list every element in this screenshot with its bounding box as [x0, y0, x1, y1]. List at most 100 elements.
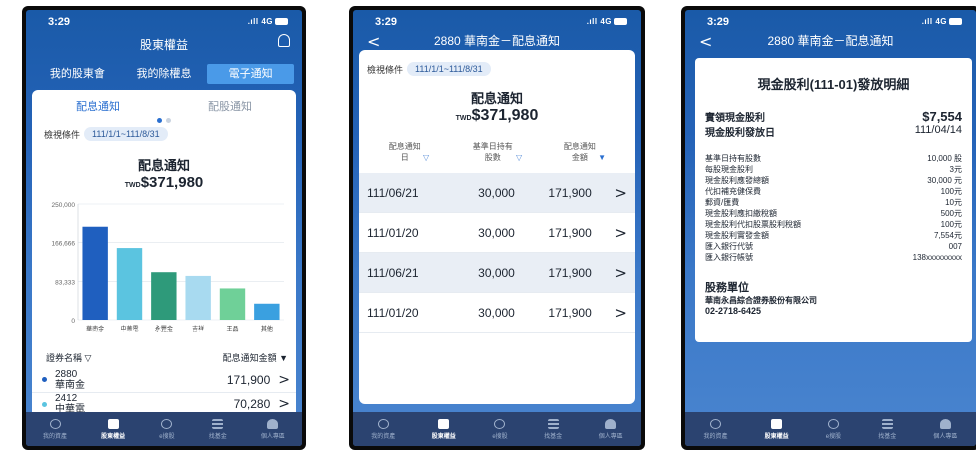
currency-label: TWD — [124, 182, 141, 189]
detail-row: 現金股利應扣繳稅額 500元 — [705, 209, 962, 218]
chevron-right-icon: > — [614, 263, 627, 282]
help-question-icon: ? — [34, 326, 48, 341]
notification-bell-icon[interactable] — [278, 34, 290, 47]
service-agent: 股務單位 華南永昌綜合證券股份有限公司 02-2718-6425 — [705, 279, 962, 316]
y-tick-label: 83,333 — [55, 279, 75, 286]
column-header-date[interactable]: 配息通知日 ▽ — [365, 141, 453, 163]
tab-funds[interactable]: 找基金 — [544, 418, 562, 440]
filter-label: 檢視條件 — [367, 64, 404, 75]
subtab-dividend-notice[interactable]: 配息通知 — [76, 98, 120, 114]
battery-icon — [949, 18, 962, 26]
service-phone[interactable]: 02-2718-6425 — [705, 306, 962, 316]
column-header-shares[interactable]: 基準日持有股數 ▽ — [453, 141, 541, 163]
segment-shareholder-meeting[interactable]: 我的股東會 — [34, 64, 121, 84]
detail-row: 現金股利代扣股票股利稅額 100元 — [705, 220, 962, 229]
table-row[interactable]: 111/06/21 30,000 171,900 > — [359, 173, 635, 213]
status-bar: 3:29 .ıll 4G — [685, 16, 976, 30]
detail-row: 郵資/匯費 10元 — [705, 198, 962, 207]
date-range-pill[interactable]: 111/1/1~111/8/31 — [84, 127, 168, 141]
book-icon — [107, 418, 119, 429]
help-link[interactable]: 為什麼未完整呈現我的配息配股資料？ — [51, 326, 221, 341]
table-row[interactable]: 111/06/21 30,000 171,900 > — [359, 253, 635, 293]
battery-icon — [275, 18, 288, 26]
person-icon — [267, 418, 279, 429]
tab-personal[interactable]: 個人專區 — [599, 418, 623, 440]
bottom-tab-bar: 我的資產 股東權益 e搜股 找基金 個人專區 — [353, 412, 641, 446]
search-icon — [494, 418, 506, 429]
bar-1 — [82, 226, 108, 320]
assets-icon — [49, 418, 61, 429]
tab-personal[interactable]: 個人專區 — [261, 418, 285, 440]
detail-row: 現金股利應發總額 30,000 元 — [705, 176, 962, 185]
tab-stock-search[interactable]: e搜股 — [492, 418, 508, 440]
tab-assets[interactable]: 我的資產 — [371, 418, 395, 440]
y-tick-label: 166,666 — [52, 241, 76, 248]
status-bar: 3:29 .ıll 4G — [26, 16, 302, 30]
tab-funds[interactable]: 找基金 — [878, 418, 896, 440]
series-dot — [42, 377, 47, 382]
page-dot-active — [157, 118, 162, 123]
tab-assets[interactable]: 我的資產 — [43, 418, 67, 440]
table-row[interactable]: 111/01/20 30,000 171,900 > — [359, 213, 635, 253]
tab-shareholder[interactable]: 股東權益 — [101, 418, 125, 440]
bottom-tab-bar: 我的資產 股東權益 e搜股 找基金 個人專區 — [26, 412, 302, 446]
tab-stock-search[interactable]: e搜股 — [159, 418, 175, 440]
table-row[interactable]: 111/01/20 30,000 171,900 > — [359, 293, 635, 333]
stock-list: 證券名稱 ▽ 配息通知金額 ▼ 2880 華南金 171,900 > 2412 … — [32, 346, 296, 412]
list-header-name[interactable]: 證券名稱 ▽ — [46, 351, 91, 364]
chevron-right-icon: > — [278, 371, 290, 388]
stock-name: 中華電 — [55, 404, 85, 412]
list-icon — [547, 418, 559, 429]
chevron-right-icon: > — [614, 223, 627, 242]
summary-title: 配息通知 — [470, 91, 523, 106]
filter-label: 檢視條件 — [44, 129, 81, 140]
y-tick-label: 250,000 — [52, 202, 76, 209]
stock-code: 2880 — [55, 368, 78, 380]
detail-row: 匯入銀行帳號 138xxxxxxxxx — [705, 253, 962, 262]
list-header-amount[interactable]: 配息通知金額 ▼ — [223, 351, 288, 364]
summary-total: $371,980 — [140, 174, 204, 191]
segment-e-notice[interactable]: 電子通知 — [207, 64, 295, 84]
list-item[interactable]: 2880 華南金 171,900 > — [32, 367, 296, 393]
tab-funds[interactable]: 找基金 — [209, 418, 227, 440]
page-title: 股東權益 — [139, 38, 188, 52]
status-bar: 3:29 .ıll 4G — [353, 16, 641, 30]
book-icon — [771, 418, 783, 429]
list-item[interactable]: 2412 中華電 70,280 > — [32, 393, 296, 412]
phone-screen-dividends-overview: 3:29 .ıll 4G 股東權益 我的股東會 我的除權息 電子通知 配息通知 … — [22, 6, 306, 450]
page-title: 2880 華南金－配息通知 — [433, 34, 561, 48]
summary-title: 配息通知 — [137, 158, 190, 173]
assets-icon — [377, 418, 389, 429]
column-header-amount[interactable]: 配息通知金額 ▼ — [541, 141, 629, 163]
bar-3 — [151, 272, 177, 320]
segment-control: 我的股東會 我的除權息 電子通知 — [34, 64, 295, 84]
currency-label: TWD — [455, 115, 472, 122]
tab-personal[interactable]: 個人專區 — [933, 418, 957, 440]
stock-code: 2412 — [55, 393, 78, 404]
stock-amount: 171,900 — [226, 372, 271, 387]
dividend-card: 配息通知 配股通知 檢視條件 111/1/1~111/8/31 配息通知 TWD… — [32, 90, 296, 360]
status-time: 3:29 — [707, 16, 730, 28]
tab-assets[interactable]: 我的資產 — [704, 418, 728, 440]
subtab-stock-notice[interactable]: 配股通知 — [208, 98, 252, 114]
chevron-right-icon: > — [278, 396, 290, 412]
phone-screen-dividend-detail: 3:29 .ıll 4G < 2880 華南金－配息通知 現金股利(111-01… — [681, 6, 976, 450]
summary-total: $371,980 — [471, 107, 539, 124]
summary-label: 實領現金股利 — [705, 113, 765, 124]
notice-card: 檢視條件 111/1/1~111/8/31 配息通知 TWD$371,980 配… — [359, 50, 635, 404]
date-range-pill[interactable]: 111/1/1~111/8/31 — [407, 62, 491, 76]
summary-label: 現金股利發放日 — [705, 128, 775, 139]
detail-row: 現金股利實發金額 7,554元 — [705, 231, 962, 240]
summary-value: 111/04/14 — [914, 124, 962, 136]
service-name: 華南永昌綜合證券股份有限公司 — [705, 296, 817, 305]
detail-list: 基準日持有股數 10,000 股 每股現金股利 3元 現金股利應發總額 30,000 … — [705, 153, 962, 263]
detail-heading: 現金股利(111-01)發放明細 — [757, 77, 910, 92]
tab-shareholder[interactable]: 股東權益 — [765, 418, 789, 440]
tab-shareholder[interactable]: 股東權益 — [432, 418, 456, 440]
detail-summary: 實領現金股利 $7,554 現金股利發放日 111/04/14 — [705, 109, 962, 139]
detail-row: 基準日持有股數 10,000 股 — [705, 154, 962, 163]
book-icon — [438, 418, 450, 429]
tab-stock-search[interactable]: e搜股 — [826, 418, 841, 440]
segment-ex-rights[interactable]: 我的除權息 — [121, 64, 208, 84]
phone-screen-dividend-notices: 3:29 .ıll 4G < 2880 華南金－配息通知 檢視條件 111/1/… — [349, 6, 645, 450]
